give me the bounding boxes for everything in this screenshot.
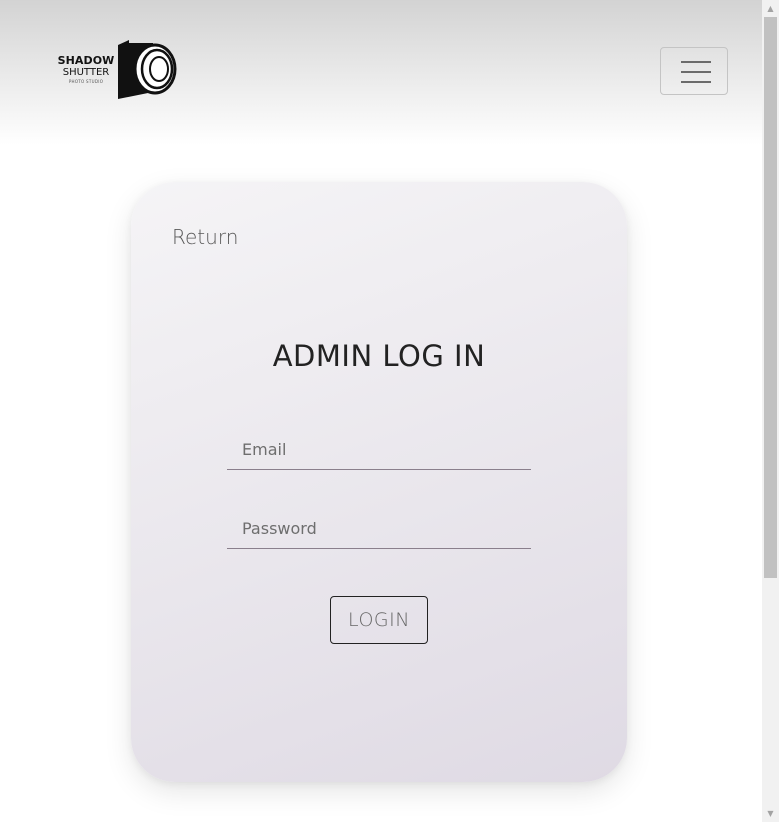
hamburger-icon [681, 61, 711, 63]
login-card: Return ADMIN LOG IN LOGIN [131, 182, 627, 782]
page: SHADOW SHUTTER PHOTO STUDIO Return ADMIN… [0, 0, 779, 822]
scrollbar-thumb[interactable] [764, 17, 777, 578]
email-field[interactable] [227, 430, 531, 470]
viewport: SHADOW SHUTTER PHOTO STUDIO Return ADMIN… [0, 0, 762, 822]
logo-line-3: PHOTO STUDIO [68, 79, 104, 84]
logo-wordmark: SHADOW SHUTTER PHOTO STUDIO [55, 54, 117, 85]
vertical-scrollbar[interactable]: ▲ ▼ [762, 0, 779, 822]
hamburger-icon [681, 71, 711, 73]
brand-logo[interactable]: SHADOW SHUTTER PHOTO STUDIO [55, 37, 180, 101]
return-link[interactable]: Return [172, 225, 238, 249]
page-title: ADMIN LOG IN [272, 339, 486, 373]
hamburger-icon [681, 81, 711, 83]
logo-line-1: SHADOW [57, 54, 115, 67]
site-header: SHADOW SHUTTER PHOTO STUDIO [0, 0, 762, 145]
login-button[interactable]: LOGIN [330, 596, 428, 644]
password-field[interactable] [227, 509, 531, 549]
camera-icon [118, 40, 177, 99]
scroll-down-arrow-icon[interactable]: ▼ [762, 805, 779, 822]
scroll-up-arrow-icon[interactable]: ▲ [762, 0, 779, 17]
logo-line-2: SHUTTER [62, 67, 110, 78]
menu-toggle-button[interactable] [660, 47, 728, 95]
